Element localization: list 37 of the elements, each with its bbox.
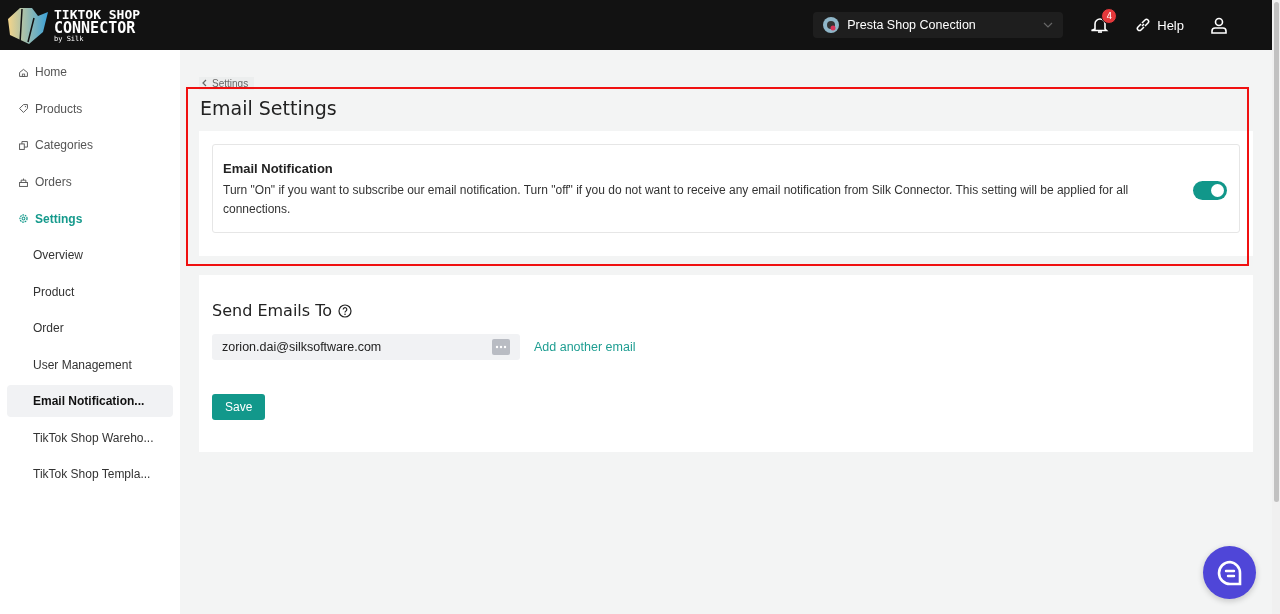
help-link[interactable]: Help [1135,17,1184,33]
sidebar-item[interactable]: User Management [7,346,173,384]
logo-title: TIKTOK SHOP [54,7,141,21]
chat-bubble-icon [1215,558,1244,587]
sidebar-item[interactable]: Orders [7,163,173,201]
link-icon [1135,17,1152,33]
sidebar-item[interactable]: Email Notification... [7,385,173,418]
page-title: Email Settings [200,97,338,119]
scrollbar[interactable] [1272,0,1280,614]
notification-badge: 4 [1101,8,1118,24]
caret-icon [1043,22,1054,28]
save-button[interactable]: Save [212,394,266,420]
logo-icon [6,5,50,45]
sidebar-item[interactable]: Overview [7,236,173,274]
box-icon [18,176,29,188]
notification-title: Email Notification [223,161,334,176]
sidebar-item[interactable]: Home [7,54,173,91]
sidebar-item[interactable]: Product [7,273,173,311]
user-icon[interactable] [1210,16,1228,34]
connection-dropdown[interactable]: Presta Shop Conection [813,12,1064,38]
tag-icon [18,103,29,115]
sidebar-item[interactable]: Order [7,310,173,347]
sidebar-item[interactable]: TikTok Shop Wareho... [7,419,173,456]
email-field[interactable]: zorion.dai@silksoftware.com [212,334,520,360]
sidebar-item[interactable]: Categories [7,127,173,164]
notification-description: Turn "On" if you want to subscribe our email notification. Turn "off" if you do not want to receive any email notification from Silk Connector. This setting will be applied for all connections. [223,182,1130,218]
sidebar-item[interactable]: Products [7,90,173,128]
section-title: Send Emails To [212,301,333,320]
shop-avatar-icon [823,17,840,33]
settings-icon [18,213,29,225]
notification-toggle[interactable] [1193,180,1227,200]
copy-icon [18,140,29,151]
logo-subtitle: CONNECTOR [54,20,136,36]
sidebar-item[interactable]: TikTok Shop Templa... [7,455,173,493]
help-icon[interactable] [338,303,353,318]
chevron-left-icon [201,79,207,87]
home-icon [18,66,29,78]
